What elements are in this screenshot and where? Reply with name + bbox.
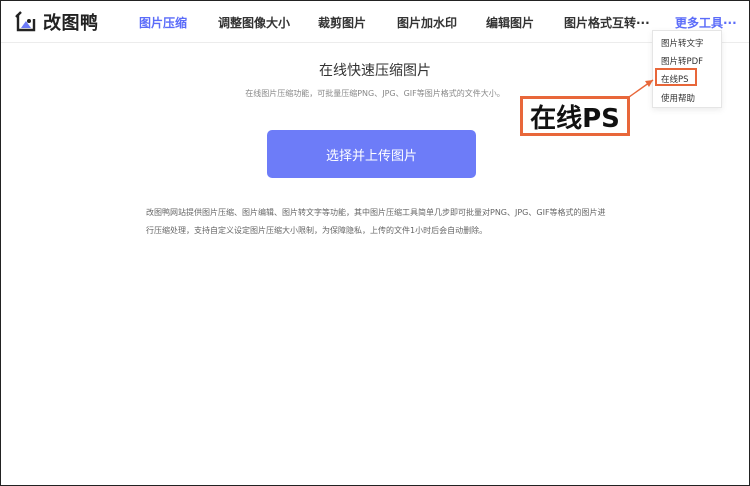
- page-subtitle: 在线图片压缩功能，可批量压缩PNG、JPG、GIF等图片格式的文件大小。: [245, 89, 505, 98]
- more-tools-menu[interactable]: 更多工具···: [675, 14, 737, 31]
- logo-text: 改图鸭: [43, 13, 99, 34]
- upload-image-button[interactable]: 选择并上传图片: [267, 130, 476, 178]
- nav-item-format-convert[interactable]: 图片格式互转···: [564, 14, 650, 31]
- nav-item-compress[interactable]: 图片压缩: [139, 14, 187, 31]
- logo[interactable]: 改图鸭: [15, 9, 99, 35]
- dropdown-item-image-to-text[interactable]: 图片转文字: [661, 37, 704, 49]
- online-ps-callout: 在线PS: [520, 96, 630, 136]
- callout-text: 在线PS: [530, 103, 620, 134]
- service-description: 改图鸭网站提供图片压缩、图片编辑、图片转文字等功能，其中图片压缩工具简单几步即可…: [146, 208, 606, 235]
- page-title: 在线快速压缩图片: [319, 63, 431, 79]
- top-nav-bar: 改图鸭 图片压缩 调整图像大小 裁剪图片 图片加水印 编辑图片 图片格式互转··…: [1, 1, 749, 43]
- nav-item-crop[interactable]: 裁剪图片: [318, 14, 366, 31]
- nav-item-edit[interactable]: 编辑图片: [486, 14, 534, 31]
- logo-icon: [15, 11, 37, 33]
- nav-item-resize[interactable]: 调整图像大小: [218, 14, 290, 31]
- nav-item-watermark[interactable]: 图片加水印: [397, 14, 457, 31]
